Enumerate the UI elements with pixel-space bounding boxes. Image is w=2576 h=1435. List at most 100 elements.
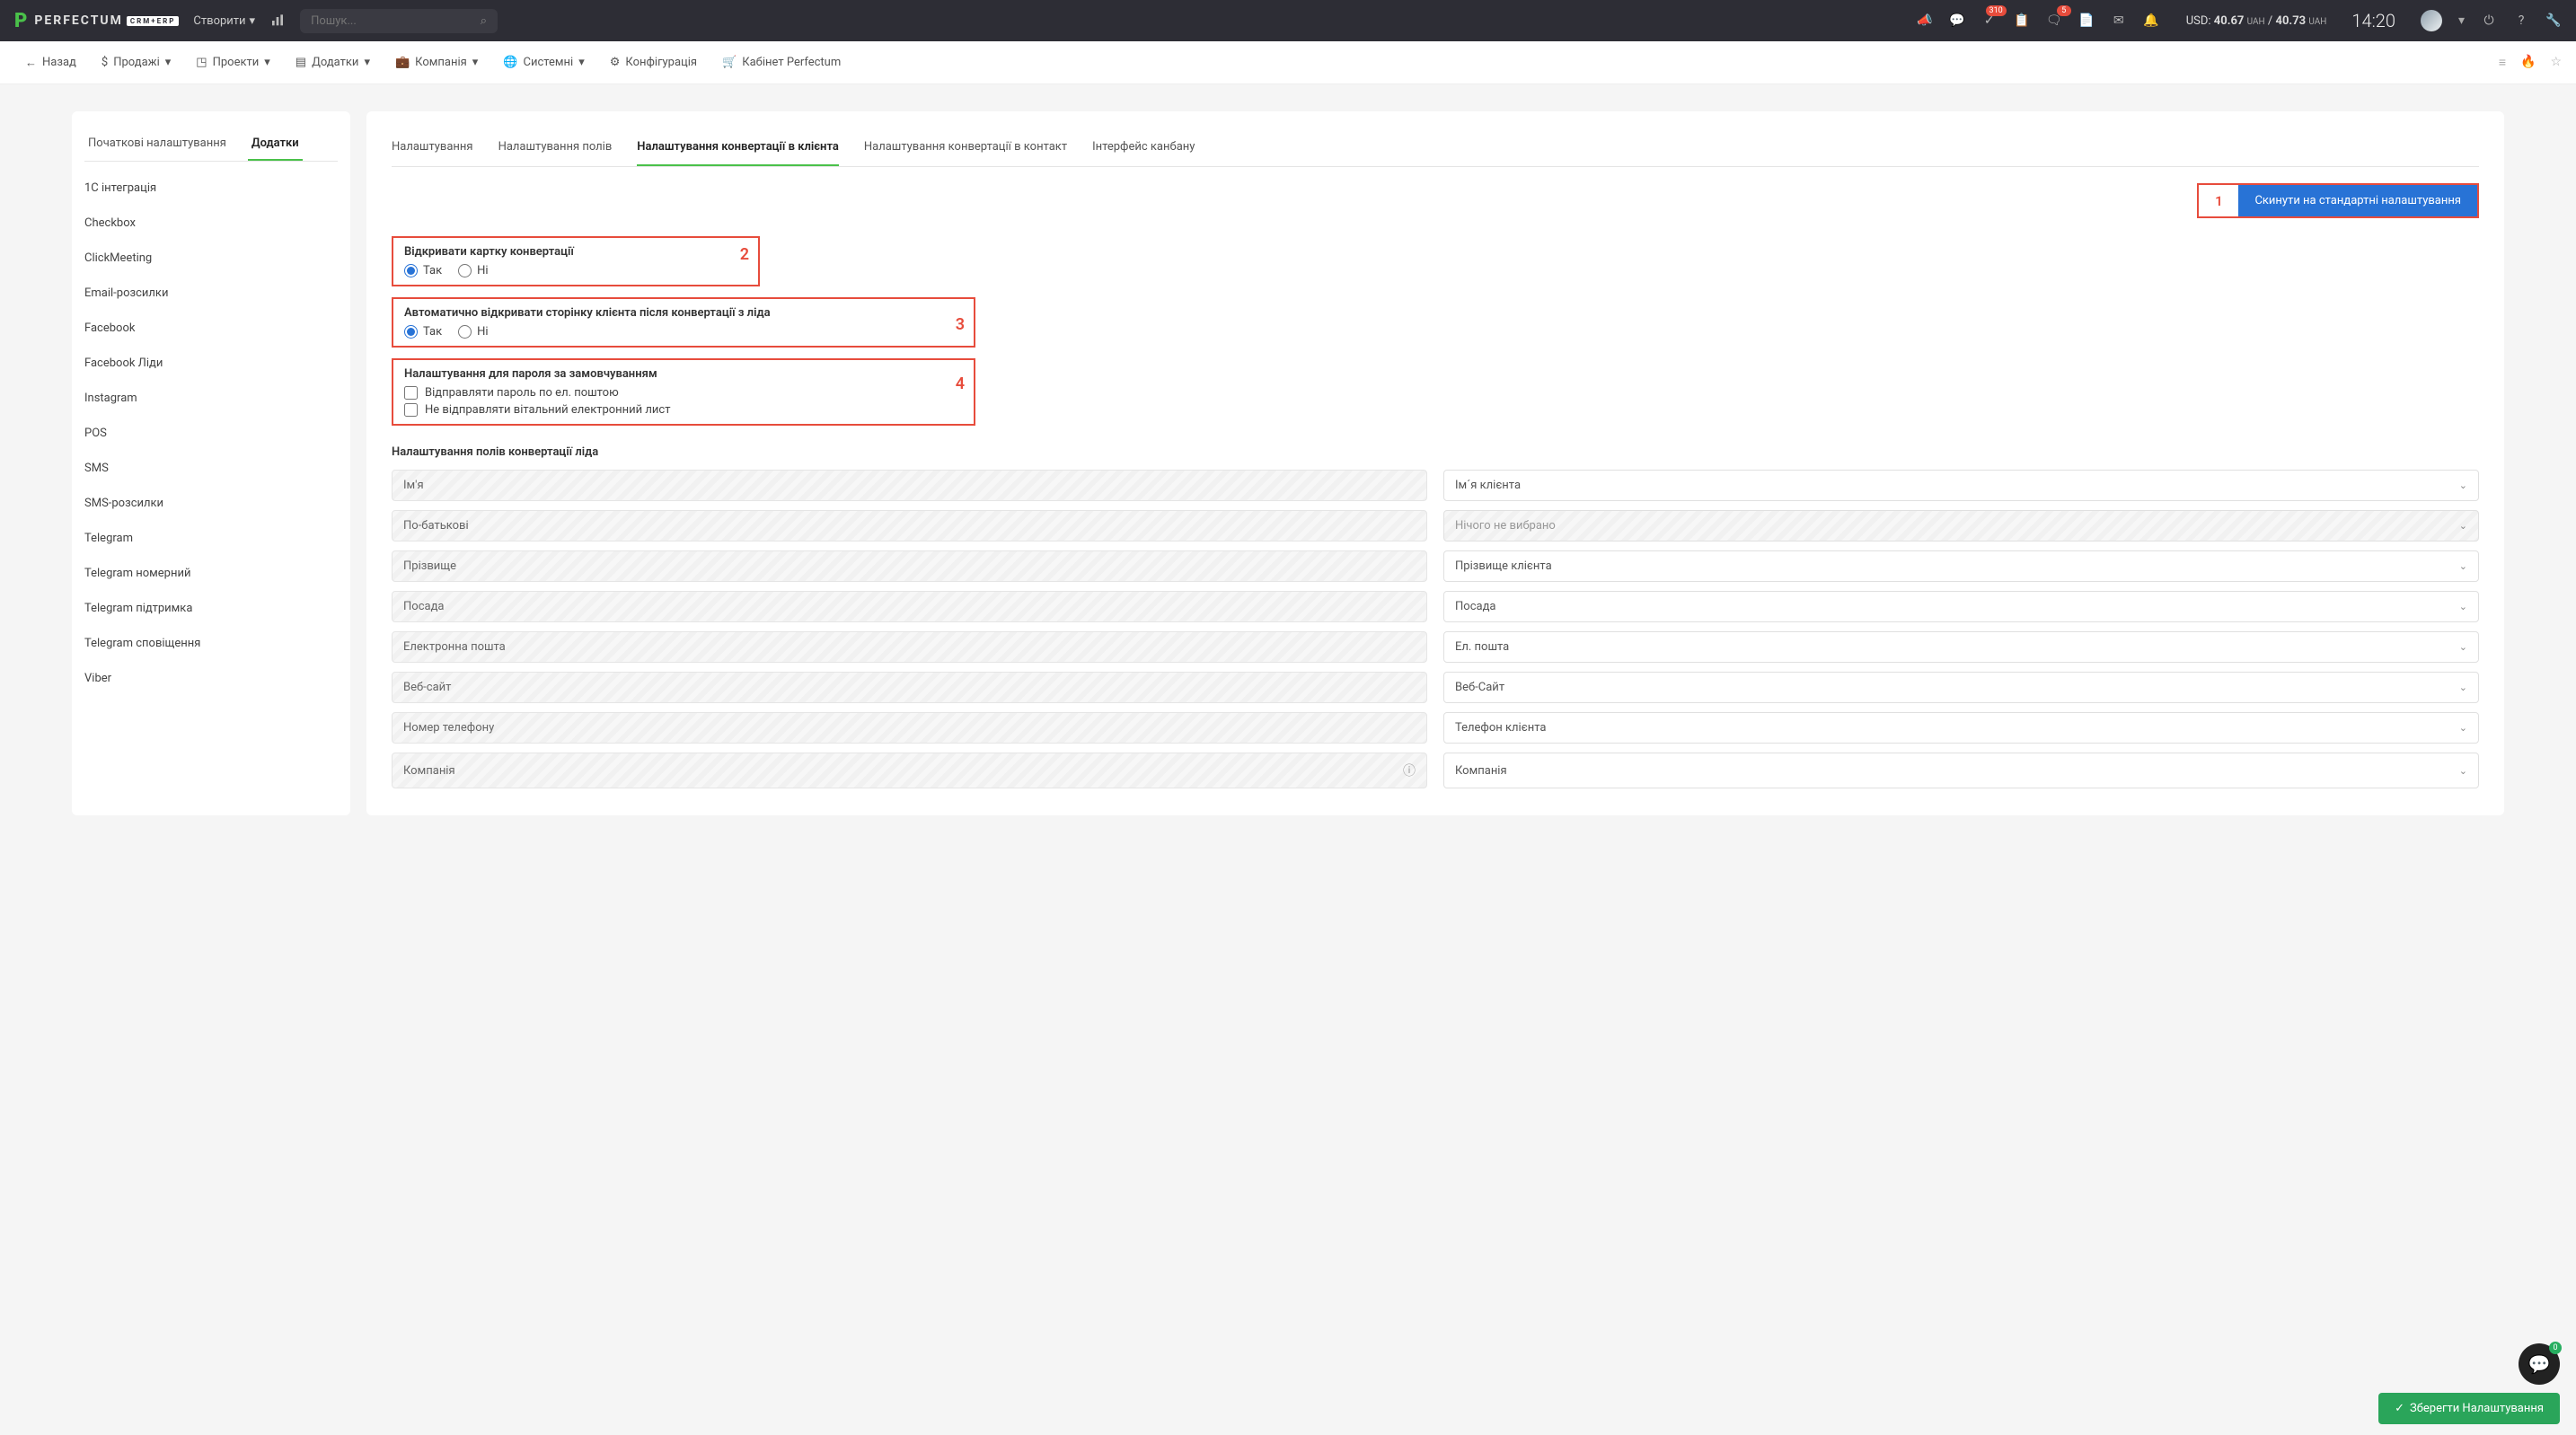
save-button[interactable]: ✓Зберегти Налаштування: [2378, 1393, 2560, 1424]
sidebar-item[interactable]: Facebook: [84, 311, 338, 346]
help-icon[interactable]: ?: [2513, 13, 2529, 29]
sidebar-item[interactable]: SMS: [84, 451, 338, 486]
tab-settings[interactable]: Налаштування: [392, 129, 473, 166]
field-source: Веб-сайт: [392, 672, 1427, 703]
announce-icon[interactable]: 📣: [1917, 13, 1933, 29]
info-icon[interactable]: ⓘ: [1403, 762, 1416, 779]
nav-addons[interactable]: ▤Додатки▾: [285, 48, 381, 76]
tab-fields[interactable]: Налаштування полів: [498, 129, 613, 166]
field-target-select[interactable]: Компанія⌄: [1443, 753, 2479, 788]
sidebar-item[interactable]: SMS-розсилки: [84, 486, 338, 521]
nav-cabinet[interactable]: 🛒Кабінет Perfectum: [711, 48, 851, 76]
side-tab-addons[interactable]: Додатки: [248, 128, 303, 161]
field-source: Номер телефону: [392, 712, 1427, 744]
brand-sub: CRM+ERP: [127, 16, 180, 26]
tab-kanban[interactable]: Інтерфейс канбану: [1092, 129, 1195, 166]
block4-cb1[interactable]: Відправляти пароль по ел. поштою: [404, 386, 963, 400]
brand-text: PERFECTUM: [34, 13, 123, 28]
chevron-down-icon: ⌄: [2459, 601, 2467, 612]
sidebar-item[interactable]: Telegram: [84, 521, 338, 556]
field-source: Компаніяⓘ: [392, 753, 1427, 788]
field-target-select[interactable]: Посада⌄: [1443, 591, 2479, 622]
block4-cb2[interactable]: Не відправляти вітальний електронний лис…: [404, 403, 963, 417]
chat-icon[interactable]: 💬: [1949, 13, 1965, 29]
nav-projects[interactable]: ◳Проекти▾: [185, 48, 281, 76]
chevron-down-icon[interactable]: ▾: [2458, 13, 2465, 28]
block2-radio-no[interactable]: Ні: [458, 264, 488, 277]
chevron-down-icon: ⌄: [2459, 560, 2467, 572]
nav-config[interactable]: ⚙Конфігурація: [599, 48, 708, 76]
field-target-select[interactable]: Ім´я клієнта⌄: [1443, 470, 2479, 501]
chevron-down-icon: ⌄: [2459, 682, 2467, 693]
sidebar-item[interactable]: Facebook Ліди: [84, 346, 338, 381]
currency-info: USD: 40.67 UAH / 40.73 UAH: [2186, 14, 2327, 28]
sidebar-item[interactable]: Telegram підтримка: [84, 591, 338, 626]
nav-sales[interactable]: $Продажі▾: [91, 48, 181, 76]
tasks-badge: 310: [1986, 5, 2007, 16]
check-icon: ✓: [2395, 1402, 2404, 1415]
field-row: Електронна поштаЕл. пошта⌄: [392, 631, 2479, 663]
tasks-icon[interactable]: ✓310: [1981, 13, 1998, 29]
annotation-num-1: 1: [2199, 193, 2238, 209]
nav-back[interactable]: ←Назад: [14, 48, 87, 77]
field-target-select[interactable]: Телефон клієнта⌄: [1443, 712, 2479, 744]
chevron-down-icon: ▾: [250, 14, 256, 28]
field-target-select[interactable]: Веб-Сайт⌄: [1443, 672, 2479, 703]
mail-icon[interactable]: ✉: [2111, 13, 2127, 29]
stack-icon[interactable]: ≡: [2499, 55, 2506, 70]
cube-icon: ◳: [196, 56, 207, 69]
field-row: ПосадаПосада⌄: [392, 591, 2479, 622]
create-label: Створити: [193, 14, 245, 28]
sidebar-item[interactable]: Viber: [84, 661, 338, 696]
sidebar-item[interactable]: 1С інтеграція: [84, 171, 338, 206]
power-icon[interactable]: ⏻: [2481, 13, 2497, 29]
sidebar-item[interactable]: Email-розсилки: [84, 276, 338, 311]
reset-defaults-button[interactable]: Скинути на стандартні налаштування: [2238, 185, 2477, 216]
sidebar-item[interactable]: Telegram номерний: [84, 556, 338, 591]
field-target-select[interactable]: Прізвище клієнта⌄: [1443, 550, 2479, 582]
bell-icon[interactable]: 🔔: [2143, 13, 2159, 29]
clipboard-icon[interactable]: 📋: [2014, 13, 2030, 29]
sidebar-item[interactable]: ClickMeeting: [84, 241, 338, 276]
block3-radio-yes[interactable]: Так: [404, 325, 442, 339]
tab-convert-contact[interactable]: Налаштування конвертації в контакт: [864, 129, 1067, 166]
block2-radio-yes[interactable]: Так: [404, 264, 442, 277]
field-row: ПрізвищеПрізвище клієнта⌄: [392, 550, 2479, 582]
nav-system[interactable]: 🌐Системні▾: [492, 48, 595, 76]
avatar[interactable]: [2421, 10, 2442, 31]
field-row: Ім'яІм´я клієнта⌄: [392, 470, 2479, 501]
nav-company[interactable]: 💼Компанія▾: [384, 48, 489, 76]
sidebar-item[interactable]: Instagram: [84, 381, 338, 416]
globe-icon: 🌐: [503, 56, 517, 69]
search-field[interactable]: [311, 14, 481, 28]
main-panel: Налаштування Налаштування полів Налаштув…: [366, 111, 2504, 815]
field-target-select[interactable]: Нічого не вибрано⌄: [1443, 510, 2479, 541]
sidebar-item[interactable]: POS: [84, 416, 338, 451]
messages-icon[interactable]: 🗨5: [2046, 13, 2062, 29]
block3-title: Автоматично відкривати сторінку клієнта …: [404, 306, 963, 320]
flame-icon[interactable]: 🔥: [2520, 55, 2536, 70]
create-button[interactable]: Створити ▾: [193, 14, 255, 28]
document-icon[interactable]: 📄: [2078, 13, 2095, 29]
tab-convert-client[interactable]: Налаштування конвертації в клієнта: [637, 129, 839, 166]
chat-fab[interactable]: 💬0: [2519, 1343, 2560, 1385]
block3-radio-no[interactable]: Ні: [458, 325, 488, 339]
star-icon[interactable]: ☆: [2550, 55, 2562, 70]
sidebar-item[interactable]: Checkbox: [84, 206, 338, 241]
stats-icon[interactable]: [269, 13, 286, 29]
field-target-select[interactable]: Ел. пошта⌄: [1443, 631, 2479, 663]
wrench-icon[interactable]: 🔧: [2545, 13, 2562, 29]
annotation-4: 4 Налаштування для пароля за замовчуванн…: [392, 358, 975, 426]
search-input[interactable]: ⌕: [300, 9, 498, 33]
annotation-1: 1 Скинути на стандартні налаштування: [2197, 183, 2479, 218]
layers-icon: ▤: [296, 56, 306, 69]
sidebar-item[interactable]: Telegram сповіщення: [84, 626, 338, 661]
side-tab-initial[interactable]: Початкові налаштування: [84, 128, 230, 161]
logo[interactable]: P PERFECTUM CRM+ERP: [14, 10, 179, 32]
annotation-num-3: 3: [956, 315, 965, 334]
chevron-down-icon: ▾: [264, 56, 270, 69]
navbar: ←Назад $Продажі▾ ◳Проекти▾ ▤Додатки▾ 💼Ко…: [0, 41, 2576, 84]
clock: 14:20: [2351, 10, 2395, 31]
sliders-icon: ⚙: [610, 56, 621, 69]
annotation-3: 3 Автоматично відкривати сторінку клієнт…: [392, 297, 975, 348]
